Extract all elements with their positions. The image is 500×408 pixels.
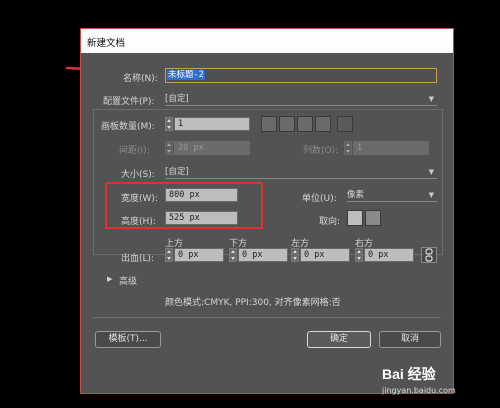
- name-label: 名称(N):: [123, 74, 158, 84]
- chevron-down-icon: ▼: [428, 95, 434, 103]
- landscape-icon[interactable]: [365, 210, 381, 226]
- dialog-titlebar: 新建文档: [81, 29, 453, 53]
- size-label: 大小(S):: [121, 170, 155, 180]
- profile-select[interactable]: [自定] ▼: [165, 93, 437, 106]
- units-label: 单位(U):: [302, 194, 337, 204]
- bleed-left-stepper[interactable]: [291, 248, 299, 262]
- artboard-count-input[interactable]: 1: [174, 117, 250, 131]
- size-select[interactable]: [自定] ▼: [165, 166, 437, 179]
- name-value: 未标题-2: [167, 70, 205, 80]
- units-select[interactable]: 像素 ▼: [347, 189, 437, 202]
- chevron-down-icon: ▼: [428, 168, 434, 176]
- artboard-count-label: 画板数量(M):: [101, 122, 155, 132]
- chevron-right-icon[interactable]: ▶: [107, 275, 112, 283]
- columns-input[interactable]: 1: [353, 141, 429, 155]
- watermark: Bai 经验 jingyan.baidu.com: [382, 364, 456, 395]
- right-to-left-icon[interactable]: [337, 116, 353, 132]
- orientation-label: 取向:: [319, 217, 341, 227]
- chain-link-icon[interactable]: [421, 247, 437, 263]
- bleed-top-input[interactable]: 0 px: [174, 248, 224, 262]
- annotation-highlight-box: [105, 182, 263, 229]
- size-value: [自定]: [165, 167, 189, 177]
- bleed-right-stepper[interactable]: [355, 248, 363, 262]
- artboard-count-stepper[interactable]: [165, 117, 173, 131]
- columns-label: 列数(O):: [303, 146, 339, 156]
- spacing-input[interactable]: 20 px: [174, 141, 250, 155]
- info-text: 颜色模式:CMYK, PPI:300, 对齐像素网格:否: [165, 298, 341, 308]
- profile-label: 配置文件(P):: [103, 97, 155, 107]
- name-input[interactable]: 未标题-2: [165, 68, 437, 83]
- advanced-label[interactable]: 高级: [119, 274, 137, 287]
- columns-stepper[interactable]: [344, 141, 352, 155]
- arrange-by-column-icon[interactable]: [315, 116, 331, 132]
- bleed-bottom-stepper[interactable]: [229, 248, 237, 262]
- spacing-stepper[interactable]: [165, 141, 173, 155]
- portrait-icon[interactable]: [347, 210, 363, 226]
- dialog-title: 新建文档: [87, 38, 126, 49]
- chevron-down-icon: ▼: [428, 191, 434, 199]
- cancel-button[interactable]: 取消: [379, 331, 441, 348]
- divider: [93, 317, 441, 318]
- units-value: 像素: [347, 190, 365, 200]
- grid-by-column-icon[interactable]: [279, 116, 295, 132]
- watermark-logo: Bai 经验: [382, 366, 436, 382]
- arrange-by-row-icon[interactable]: [297, 116, 313, 132]
- new-document-dialog: 新建文档 名称(N): 未标题-2 配置文件(P): [自定] ▼ 画板数量(M…: [80, 28, 454, 394]
- bleed-label: 出血(L):: [121, 254, 155, 264]
- template-button[interactable]: 模板(T)...: [95, 331, 161, 348]
- bleed-left-input[interactable]: 0 px: [300, 248, 350, 262]
- spacing-label: 间距(I):: [119, 146, 150, 156]
- ok-button[interactable]: 确定: [307, 331, 371, 348]
- profile-value: [自定]: [165, 94, 189, 104]
- watermark-url: jingyan.baidu.com: [382, 386, 456, 395]
- bleed-bottom-input[interactable]: 0 px: [238, 248, 288, 262]
- bleed-top-stepper[interactable]: [165, 248, 173, 262]
- bleed-right-input[interactable]: 0 px: [364, 248, 414, 262]
- grid-by-row-icon[interactable]: [261, 116, 277, 132]
